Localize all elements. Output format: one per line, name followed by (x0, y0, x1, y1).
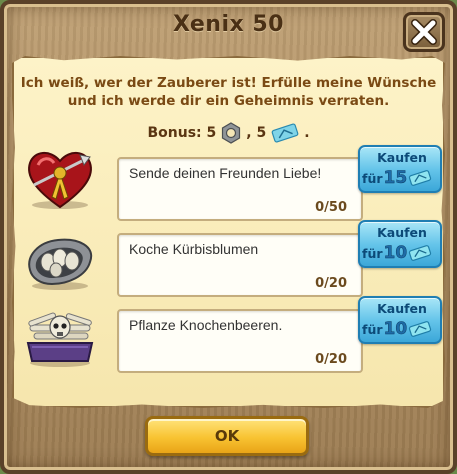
bone-box-icon (26, 312, 94, 367)
money-bill-icon (409, 245, 432, 261)
task-card: Pflanze Knochenbeeren. 0/20 (117, 309, 363, 373)
buy-button[interactable]: Kaufen für 10 (358, 296, 442, 344)
buy-button[interactable]: Kaufen für 15 (358, 145, 442, 193)
price-value: 15 (383, 168, 408, 189)
bonus-row: Bonus: 5 , 5 . (0, 122, 457, 144)
task-progress: 0/50 (315, 200, 347, 215)
buy-button[interactable]: Kaufen für 10 (358, 220, 442, 268)
money-bill-icon (409, 170, 432, 186)
buy-price: für 10 (362, 319, 432, 339)
buy-prefix: für (362, 321, 383, 337)
price-value: 10 (383, 243, 408, 264)
buy-label: Kaufen (377, 225, 427, 240)
bonus-end: . (304, 125, 310, 141)
buy-price: für 15 (362, 168, 432, 188)
egg-nest-icon (28, 238, 93, 290)
task-description: Pflanze Knochenbeeren. (129, 317, 283, 333)
heart-icon (28, 152, 92, 209)
close-button[interactable] (403, 12, 445, 52)
money-bill-icon (409, 321, 432, 337)
gear-nut-icon (222, 122, 241, 144)
ok-label: OK (214, 427, 240, 445)
task-description: Koche Kürbisblumen (129, 241, 259, 257)
dialog-title: Xenix 50 (173, 12, 284, 37)
close-icon (411, 19, 437, 45)
task-progress: 0/20 (315, 352, 347, 367)
price-value: 10 (383, 319, 408, 340)
quest-description: Ich weiß, wer der Zauberer ist! Erfülle … (20, 75, 437, 109)
task-description: Sende deinen Freunden Liebe! (129, 165, 322, 181)
buy-label: Kaufen (377, 301, 427, 316)
task-progress: 0/20 (315, 276, 347, 291)
ok-button[interactable]: OK (145, 416, 309, 456)
bonus-label: Bonus: 5 (147, 125, 217, 141)
task-card: Koche Kürbisblumen 0/20 (117, 233, 363, 297)
task-card: Sende deinen Freunden Liebe! 0/50 (117, 157, 363, 221)
buy-price: für 10 (362, 243, 432, 263)
buy-prefix: für (362, 170, 383, 186)
buy-label: Kaufen (377, 150, 427, 165)
bonus-separator: , 5 (246, 125, 267, 141)
money-bill-icon (271, 123, 299, 143)
buy-prefix: für (362, 245, 383, 261)
